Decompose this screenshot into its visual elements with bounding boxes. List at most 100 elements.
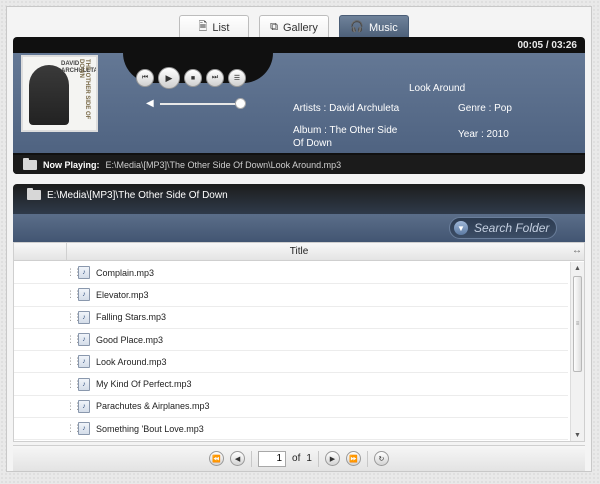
album-art: DAVID ARCHULETA THE OTHER SIDE OF DOWN	[21, 55, 98, 132]
folder-path: E:\Media\[MP3]\The Other Side Of Down	[47, 190, 228, 201]
tab-gallery[interactable]: ⧉ Gallery	[259, 15, 329, 39]
refresh-button[interactable]: ↻	[373, 451, 389, 466]
pager-total: 1	[306, 453, 312, 464]
scroll-thumb[interactable]: ≡	[573, 276, 582, 372]
pager: ⏪ ◀ of 1 ▶ ⏩ ↻	[13, 445, 585, 471]
folder-path-bar: E:\Media\[MP3]\The Other Side Of Down	[13, 184, 585, 214]
scroll-up-icon[interactable]: ▲	[571, 262, 584, 274]
now-playing-bar: Now Playing: E:\Media\[MP3]\The Other Si…	[13, 155, 585, 174]
gallery-icon: ⧉	[270, 21, 278, 33]
year-label: Year : 2010	[458, 129, 509, 140]
list-item[interactable]: ⋮⋮ ♪ My Kind Of Perfect.mp3	[14, 373, 568, 396]
tab-music[interactable]: 🎧 Music	[339, 15, 409, 39]
app-window: 🗎 List ⧉ Gallery 🎧 Music 00:05 / 03:26 D…	[6, 6, 592, 472]
track-title: Look Around	[409, 83, 466, 94]
drag-handle-icon[interactable]: ⋮⋮	[66, 423, 82, 434]
resize-columns-icon[interactable]: ↔	[572, 245, 582, 256]
tab-label: Music	[368, 21, 398, 34]
list-item[interactable]: ⋮⋮ ♪ Something 'Bout Love.mp3	[14, 418, 568, 441]
volume-icon: ◀	[146, 98, 154, 109]
list-item[interactable]: ⋮⋮ ♪ Falling Stars.mp3	[14, 307, 568, 329]
artists-label: Artists : David Archuleta	[293, 103, 400, 114]
album-art-title: THE OTHER SIDE OF DOWN	[78, 59, 90, 120]
audio-file-icon: ♪	[78, 310, 90, 324]
page-number-input[interactable]	[258, 450, 287, 467]
audio-file-icon: ♪	[78, 377, 90, 391]
list-item[interactable]: ⋮⋮ ♪ Complain.mp3	[14, 262, 568, 285]
first-page-icon: ⏪	[212, 455, 221, 463]
search-box[interactable]: ▼	[449, 217, 557, 239]
music-player: 00:05 / 03:26 DAVID ARCHULETA THE OTHER …	[13, 37, 585, 174]
headphones-icon: 🎧	[350, 21, 364, 33]
now-playing-label: Now Playing:	[43, 159, 100, 170]
pager-divider	[317, 450, 319, 467]
audio-file-icon: ♪	[78, 355, 90, 369]
column-separator	[66, 243, 67, 261]
list-item[interactable]: ⋮⋮ ♪ Good Place.mp3	[14, 329, 568, 352]
audio-file-icon: ♪	[78, 422, 90, 436]
folder-open-icon	[23, 157, 37, 170]
file-name: Look Around.mp3	[96, 356, 167, 367]
prev-page-button[interactable]: ◀	[230, 451, 246, 466]
audio-file-icon: ♪	[78, 266, 90, 280]
next-page-button[interactable]: ▶	[324, 451, 340, 466]
list-item[interactable]: ⋮⋮ ♪ Elevator.mp3	[14, 284, 568, 307]
next-button[interactable]: ⏭	[206, 69, 224, 87]
document-icon: 🗎	[198, 21, 208, 33]
scroll-down-icon[interactable]: ▼	[571, 429, 584, 441]
previous-button[interactable]: ⏮	[136, 69, 154, 87]
playback-controls: ⏮ ▶ ■ ⏭ ☰	[136, 67, 246, 89]
drag-handle-icon[interactable]: ⋮⋮	[66, 401, 82, 412]
file-name: Something 'Bout Love.mp3	[96, 423, 204, 434]
view-tabs: 🗎 List ⧉ Gallery 🎧 Music	[179, 15, 409, 39]
next-icon: ⏭	[211, 74, 219, 81]
audio-file-icon: ♪	[78, 399, 90, 413]
volume-slider[interactable]	[160, 103, 242, 105]
list-item[interactable]: ⋮⋮ ♪ Look Around.mp3	[14, 351, 568, 374]
play-button[interactable]: ▶	[158, 67, 180, 89]
last-page-button[interactable]: ⏩	[345, 451, 361, 466]
drag-handle-icon[interactable]: ⋮⋮	[66, 334, 82, 345]
filter-icon: ▼	[454, 221, 468, 235]
folder-icon	[27, 188, 41, 200]
pager-of-label: of	[292, 453, 301, 464]
search-input[interactable]	[474, 221, 554, 235]
file-name: Complain.mp3	[96, 267, 155, 278]
drag-handle-icon[interactable]: ⋮⋮	[66, 379, 82, 390]
playback-time: 00:05 / 03:26	[517, 40, 578, 51]
now-playing-path: E:\Media\[MP3]\The Other Side Of Down\Lo…	[105, 159, 342, 170]
vertical-scrollbar[interactable]: ▲ ≡ ▼	[570, 262, 584, 441]
audio-file-icon: ♪	[78, 288, 90, 302]
pager-divider	[251, 450, 253, 467]
file-name: Good Place.mp3	[96, 334, 164, 345]
file-name: Elevator.mp3	[96, 289, 149, 300]
list-item[interactable]: ⋮⋮ ♪ Parachutes & Airplanes.mp3	[14, 396, 568, 419]
refresh-icon: ↻	[378, 455, 385, 463]
playlist-icon: ☰	[233, 75, 241, 82]
previous-icon: ⏮	[141, 74, 149, 81]
file-name: Falling Stars.mp3	[96, 312, 167, 323]
pager-divider	[366, 450, 368, 467]
file-grid: Title ↔ ⋮⋮ ♪ Complain.mp3 ⋮⋮ ♪ Elevator.mp3 ⋮⋮…	[13, 242, 585, 442]
drag-handle-icon[interactable]: ⋮⋮	[66, 267, 82, 278]
playlist-button[interactable]: ☰	[228, 69, 246, 87]
file-name: My Kind Of Perfect.mp3	[96, 379, 192, 390]
tab-label: List	[212, 21, 230, 34]
file-name: Parachutes & Airplanes.mp3	[96, 401, 210, 412]
drag-handle-icon[interactable]: ⋮⋮	[66, 356, 82, 367]
album-label: Album : The Other Side Of Down	[293, 125, 398, 149]
drag-handle-icon[interactable]: ⋮⋮	[66, 312, 82, 323]
tab-label: Gallery	[283, 21, 318, 34]
stop-button[interactable]: ■	[184, 69, 202, 87]
volume-handle[interactable]	[235, 98, 246, 109]
file-list: ⋮⋮ ♪ Complain.mp3 ⋮⋮ ♪ Elevator.mp3 ⋮⋮ ♪ Falling…	[14, 262, 568, 441]
drag-handle-icon[interactable]: ⋮⋮	[66, 289, 82, 300]
tab-list[interactable]: 🗎 List	[179, 15, 249, 39]
first-page-button[interactable]: ⏪	[209, 451, 225, 466]
audio-file-icon: ♪	[78, 333, 90, 347]
grid-header: Title ↔	[14, 243, 584, 261]
stop-icon: ■	[190, 74, 196, 82]
folder-toolbar: ▼	[13, 214, 585, 242]
prev-page-icon: ◀	[234, 455, 241, 463]
column-header-title[interactable]: Title	[290, 246, 309, 257]
